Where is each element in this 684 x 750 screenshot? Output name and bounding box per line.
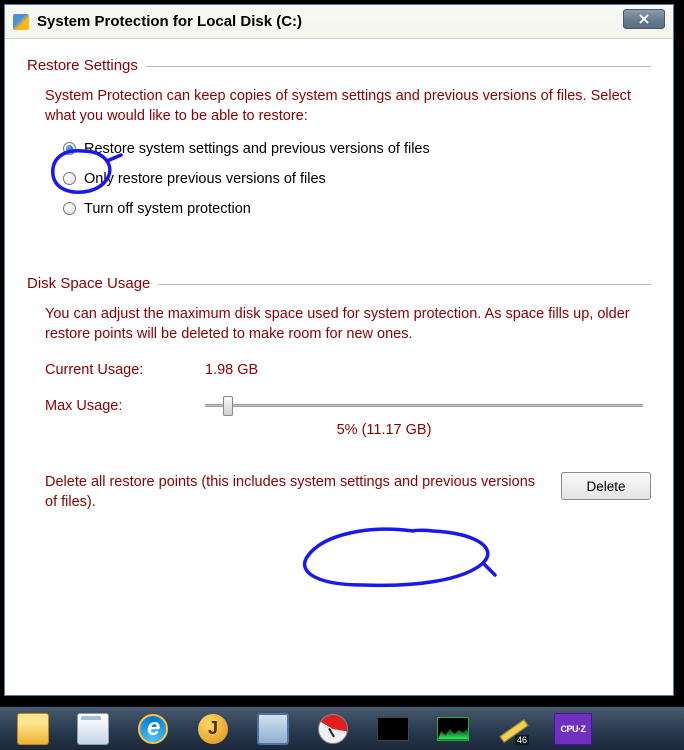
restore-radio-group: Restore system settings and previous ver…	[63, 141, 651, 217]
disk-usage-group: Disk Space Usage	[27, 275, 651, 294]
current-usage-label: Current Usage:	[45, 362, 205, 378]
divider	[146, 66, 651, 67]
taskbar-cpuz[interactable]: CPU·Z	[544, 710, 602, 748]
delete-description: Delete all restore points (this includes…	[45, 472, 537, 513]
taskbar-ie[interactable]	[124, 710, 182, 748]
notepad-icon	[77, 713, 109, 745]
taskbar-j-app[interactable]: J	[184, 710, 242, 748]
taskbar-explorer[interactable]	[4, 710, 62, 748]
restore-description: System Protection can keep copies of sys…	[45, 86, 651, 127]
restore-settings-heading: Restore Settings	[27, 57, 138, 74]
ie-icon	[138, 714, 168, 744]
folder-icon	[17, 713, 49, 745]
radio-icon	[63, 172, 76, 185]
dialog-content: Restore Settings System Protection can k…	[5, 39, 673, 525]
taskbar-notepad[interactable]	[64, 710, 122, 748]
max-usage-row: Max Usage:	[45, 394, 651, 418]
max-usage-slider[interactable]	[205, 394, 643, 418]
radio-label: Restore system settings and previous ver…	[84, 141, 430, 157]
taskbar[interactable]: J CPU·Z	[0, 706, 684, 750]
slider-track	[205, 404, 643, 407]
taskbar-terminal[interactable]	[364, 710, 422, 748]
close-icon	[639, 14, 649, 24]
close-button[interactable]	[623, 9, 665, 29]
graph-icon	[437, 717, 469, 741]
window-title: System Protection for Local Disk (C:)	[37, 13, 302, 30]
taskbar-gauge-app[interactable]	[304, 710, 362, 748]
radio-restore-all[interactable]: Restore system settings and previous ver…	[63, 141, 651, 157]
taskbar-taskmgr[interactable]	[424, 710, 482, 748]
cpuz-icon: CPU·Z	[554, 713, 592, 745]
delete-button[interactable]: Delete	[561, 472, 651, 500]
radio-label: Only restore previous versions of files	[84, 171, 326, 187]
taskbar-remote-desktop[interactable]	[244, 710, 302, 748]
slider-thumb[interactable]	[223, 396, 233, 416]
terminal-icon	[377, 717, 409, 741]
divider	[158, 284, 651, 285]
radio-restore-versions-only[interactable]: Only restore previous versions of files	[63, 171, 651, 187]
radio-icon	[63, 202, 76, 215]
j-icon: J	[198, 714, 228, 744]
radio-icon	[63, 142, 76, 155]
gauge-icon	[318, 714, 348, 744]
radio-label: Turn off system protection	[84, 201, 251, 217]
titlebar[interactable]: System Protection for Local Disk (C:)	[5, 5, 673, 39]
max-usage-value: 5% (11.17 GB)	[117, 422, 651, 438]
annotation-circle-value	[293, 523, 503, 593]
taskbar-temp-app[interactable]	[484, 710, 542, 748]
ruler-icon	[497, 713, 529, 745]
radio-turn-off[interactable]: Turn off system protection	[63, 201, 651, 217]
disk-usage-description: You can adjust the maximum disk space us…	[45, 304, 651, 345]
delete-button-label: Delete	[586, 479, 625, 494]
disk-usage-heading: Disk Space Usage	[27, 275, 150, 292]
shield-icon	[13, 14, 29, 30]
max-usage-label: Max Usage:	[45, 398, 205, 414]
restore-settings-group: Restore Settings	[27, 57, 651, 76]
delete-row: Delete all restore points (this includes…	[45, 472, 651, 513]
current-usage-row: Current Usage: 1.98 GB	[45, 362, 651, 378]
monitor-icon	[257, 713, 289, 745]
system-protection-dialog: System Protection for Local Disk (C:) Re…	[4, 4, 674, 696]
current-usage-value: 1.98 GB	[205, 362, 258, 378]
